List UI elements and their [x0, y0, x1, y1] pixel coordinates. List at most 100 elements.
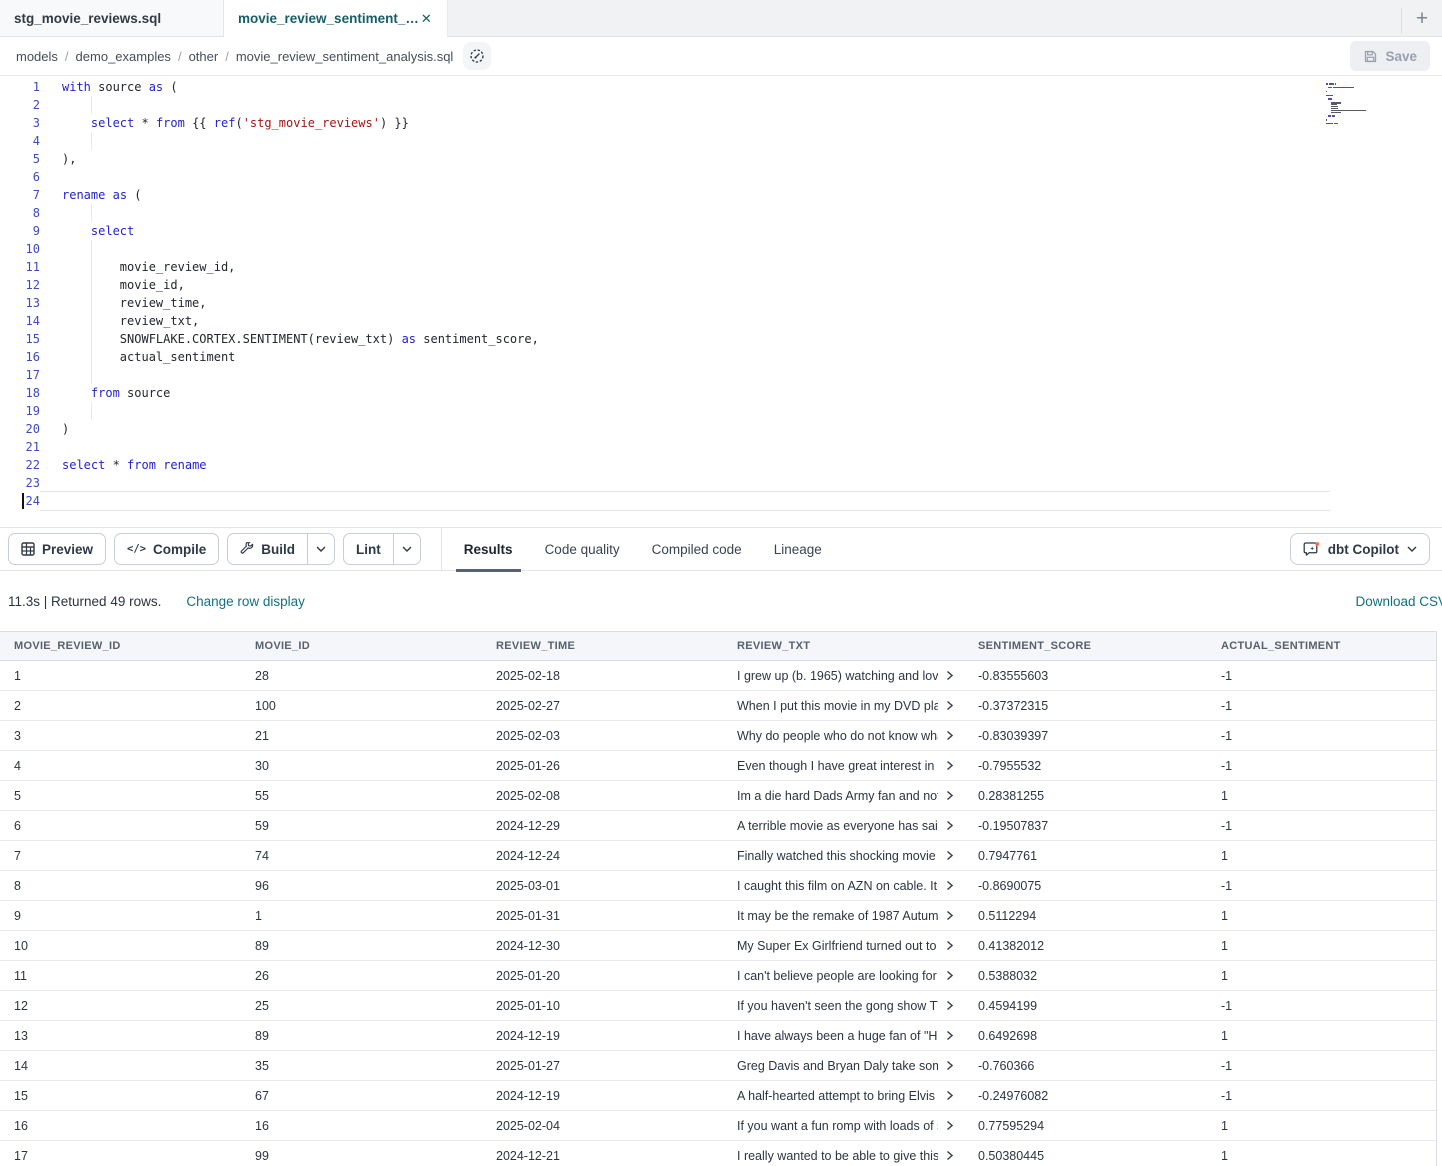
- table-cell: 1: [1207, 849, 1436, 863]
- table-cell: -0.760366: [964, 1059, 1207, 1073]
- table-cell: 0.41382012: [964, 939, 1207, 953]
- code-line[interactable]: 1with source as (: [0, 78, 1442, 96]
- expand-cell-chevron-icon[interactable]: [946, 940, 954, 951]
- table-cell: 11: [0, 969, 241, 983]
- dbt-copilot-button[interactable]: dbt Copilot: [1290, 533, 1430, 565]
- tab-lineage[interactable]: Lineage: [758, 527, 838, 571]
- table-cell: -0.19507837: [964, 819, 1207, 833]
- expand-cell-chevron-icon[interactable]: [946, 1030, 954, 1041]
- change-row-display-link[interactable]: Change row display: [186, 594, 305, 609]
- preview-button[interactable]: Preview: [8, 533, 106, 565]
- compile-button[interactable]: </> Compile: [114, 533, 219, 565]
- code-editor[interactable]: 1with source as (23 select * from {{ ref…: [0, 76, 1442, 527]
- table-cell: 0.7947761: [964, 849, 1207, 863]
- review-text: It may be the remake of 1987 Autumn'…: [737, 909, 938, 923]
- table-cell: A half-hearted attempt to bring Elvis P…: [723, 1089, 964, 1103]
- expand-cell-chevron-icon[interactable]: [946, 1000, 954, 1011]
- code-line[interactable]: 7rename as (: [0, 186, 1442, 204]
- table-cell: 0.5112294: [964, 909, 1207, 923]
- tab-code-quality[interactable]: Code quality: [529, 527, 636, 571]
- expand-cell-chevron-icon[interactable]: [946, 820, 954, 831]
- table-row: 6592024-12-29A terrible movie as everyon…: [0, 811, 1436, 841]
- lint-dropdown-button[interactable]: [393, 534, 420, 564]
- table-cell: 2025-01-20: [482, 969, 723, 983]
- code-text: [40, 366, 1442, 384]
- line-number: 16: [0, 348, 40, 366]
- line-number: 1: [0, 78, 40, 96]
- code-lines: 1with source as (23 select * from {{ ref…: [0, 78, 1442, 510]
- table-cell: -1: [1207, 819, 1436, 833]
- chevron-down-icon: [316, 546, 326, 552]
- expand-cell-chevron-icon[interactable]: [946, 850, 954, 861]
- expand-cell-chevron-icon[interactable]: [946, 1090, 954, 1101]
- code-line[interactable]: 12 movie_id,: [0, 276, 1442, 294]
- code-line[interactable]: 3 select * from {{ ref('stg_movie_review…: [0, 114, 1442, 132]
- lint-button[interactable]: Lint: [344, 534, 393, 564]
- tab-results[interactable]: Results: [448, 527, 529, 571]
- download-csv-link[interactable]: Download CSV: [1355, 594, 1442, 609]
- new-tab-button[interactable]: +: [1402, 7, 1442, 31]
- code-line[interactable]: 20): [0, 420, 1442, 438]
- code-line[interactable]: 13 review_time,: [0, 294, 1442, 312]
- table-row: 8962025-03-01I caught this film on AZN o…: [0, 871, 1436, 901]
- expand-cell-chevron-icon[interactable]: [946, 700, 954, 711]
- code-line[interactable]: 8: [0, 204, 1442, 222]
- breadcrumb-segment: demo_examples: [76, 49, 171, 64]
- editor-minimap[interactable]: [1326, 83, 1398, 128]
- table-cell: 1: [0, 669, 241, 683]
- table-row: 912025-01-31It may be the remake of 1987…: [0, 901, 1436, 931]
- code-line[interactable]: 15 SNOWFLAKE.CORTEX.SENTIMENT(review_txt…: [0, 330, 1442, 348]
- line-number: 23: [0, 474, 40, 492]
- table-cell: 3: [0, 729, 241, 743]
- code-line[interactable]: 17: [0, 366, 1442, 384]
- code-line[interactable]: 16 actual_sentiment: [0, 348, 1442, 366]
- copilot-compass-button[interactable]: [463, 42, 491, 70]
- expand-cell-chevron-icon[interactable]: [946, 910, 954, 921]
- code-line[interactable]: 6: [0, 168, 1442, 186]
- table-cell: 1: [1207, 1029, 1436, 1043]
- code-line[interactable]: 23: [0, 474, 1442, 492]
- column-header: REVIEW_TIME: [482, 640, 723, 652]
- close-icon[interactable]: ✕: [419, 11, 434, 27]
- code-line[interactable]: 4: [0, 132, 1442, 150]
- code-line[interactable]: 10: [0, 240, 1442, 258]
- expand-cell-chevron-icon[interactable]: [946, 760, 954, 771]
- expand-cell-chevron-icon[interactable]: [946, 880, 954, 891]
- table-cell: 2025-02-03: [482, 729, 723, 743]
- code-line[interactable]: 14 review_txt,: [0, 312, 1442, 330]
- code-line[interactable]: 2: [0, 96, 1442, 114]
- expand-cell-chevron-icon[interactable]: [946, 1120, 954, 1131]
- code-line[interactable]: 9 select: [0, 222, 1442, 240]
- build-button[interactable]: Build: [228, 534, 307, 564]
- code-text: rename as (: [40, 186, 1442, 204]
- expand-cell-chevron-icon[interactable]: [946, 670, 954, 681]
- code-line[interactable]: 21: [0, 438, 1442, 456]
- table-cell: 2024-12-30: [482, 939, 723, 953]
- expand-cell-chevron-icon[interactable]: [946, 790, 954, 801]
- code-line[interactable]: 18 from source: [0, 384, 1442, 402]
- code-line[interactable]: 24: [0, 492, 1442, 510]
- build-dropdown-button[interactable]: [307, 534, 334, 564]
- expand-cell-chevron-icon[interactable]: [946, 1060, 954, 1071]
- tab-compiled-code[interactable]: Compiled code: [636, 527, 758, 571]
- code-brackets-icon: </>: [127, 543, 146, 555]
- save-button[interactable]: Save: [1350, 41, 1430, 71]
- tab-movie-review-sentiment[interactable]: movie_review_sentiment_… ✕: [224, 0, 448, 37]
- expand-cell-chevron-icon[interactable]: [946, 970, 954, 981]
- code-text: select * from {{ ref('stg_movie_reviews'…: [40, 114, 1442, 132]
- line-number: 17: [0, 366, 40, 384]
- expand-cell-chevron-icon[interactable]: [946, 730, 954, 741]
- code-line[interactable]: 22select * from rename: [0, 456, 1442, 474]
- expand-cell-chevron-icon[interactable]: [946, 1150, 954, 1161]
- tab-stg-movie-reviews[interactable]: stg_movie_reviews.sql: [0, 0, 224, 37]
- table-row: 21002025-02-27When I put this movie in m…: [0, 691, 1436, 721]
- review-text: Finally watched this shocking movie la…: [737, 849, 938, 863]
- column-header: SENTIMENT_SCORE: [964, 640, 1207, 652]
- code-line[interactable]: 11 movie_review_id,: [0, 258, 1442, 276]
- indent-guide: [91, 240, 92, 258]
- table-cell: 6: [0, 819, 241, 833]
- code-line[interactable]: 19: [0, 402, 1442, 420]
- code-line[interactable]: 5),: [0, 150, 1442, 168]
- table-cell: -0.8690075: [964, 879, 1207, 893]
- column-header: MOVIE_REVIEW_ID: [0, 640, 241, 652]
